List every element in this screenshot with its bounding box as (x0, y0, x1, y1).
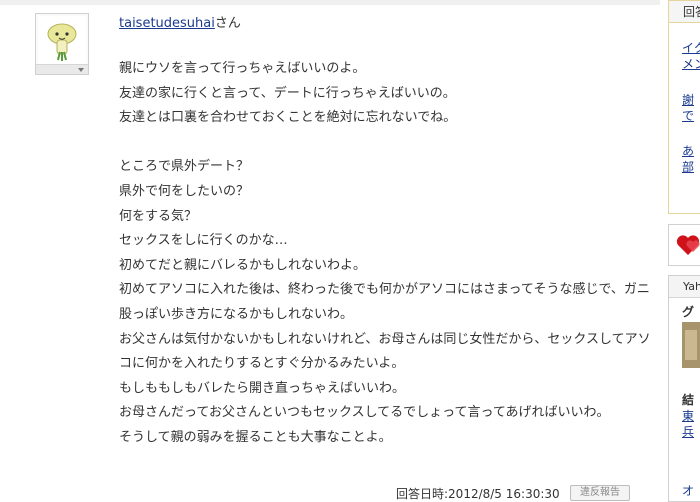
answer-line: 何をする気？ (119, 208, 198, 224)
author-link[interactable]: taisetudesuhai (119, 16, 215, 31)
top-divider (0, 0, 660, 5)
yahoo-box-link[interactable]: 東 (682, 408, 700, 425)
report-button[interactable]: 違反報告 (570, 485, 630, 501)
answer-panel: taisetudesuhaiさん 親にウソを言って行っちゃえばいいのよ。 友達の… (0, 0, 660, 501)
answer-line: もしももしもバレたら開き直っちゃえばいいわ。 (119, 380, 406, 396)
answer-line: 初めてアソコに入れた後は、終わった後でも何かがアソコにはさまってそうな感じで、ガ… (119, 282, 650, 298)
related-link[interactable]: あ (682, 143, 700, 160)
author-suffix: さん (214, 16, 241, 31)
answer-line: 県外で何をしたいの？ (119, 183, 250, 199)
avatar-image (38, 16, 86, 64)
avatar[interactable] (35, 13, 89, 75)
yahoo-box-link[interactable]: 兵 (682, 424, 700, 441)
related-link[interactable]: 部 (682, 159, 700, 176)
related-link[interactable]: 謝 (682, 92, 700, 109)
related-link[interactable]: メン (682, 56, 700, 73)
related-link[interactable]: イク (682, 40, 700, 57)
answer-line: コに何かを入れたりするとすぐ分かるみたいよ。 (119, 356, 405, 372)
answer-line: 友達の家に行くと言って、デートに行っちゃえばいいの。 (119, 85, 456, 101)
answer-line: お母さんだってお父さんといつもセックスしてるでしょって言ってあげればいいわ。 (119, 405, 610, 421)
answer-line: 股っぽい歩き方になるかもしれないわ。 (119, 306, 354, 322)
avatar-menu-toggle[interactable] (36, 64, 88, 74)
answer-line: 親にウソを言って行っちゃえばいいのよ。 (119, 61, 366, 76)
related-box-header: 回答 (669, 1, 700, 23)
answered-at: 回答日時:2012/8/5 16:30:30 (396, 487, 560, 501)
answer-body: 親にウソを言って行っちゃえばいいのよ。 友達の家に行くと言って、デートに行っちゃ… (119, 57, 651, 451)
bottom-link[interactable]: オ (682, 483, 700, 500)
mascot-icon (47, 23, 77, 61)
chevron-down-icon (78, 68, 84, 72)
related-link[interactable]: で (682, 108, 700, 125)
author-line: taisetudesuhaiさん (119, 12, 241, 31)
heart-icon (676, 235, 700, 255)
answer-line: セックスをしに行くのかな… (119, 233, 288, 249)
answer-line: そうして親の弱みを握ることも大事なことよ。 (119, 429, 392, 445)
answer-line: お父さんは気付かないかもしれないけれど、お母さんは同じ女性だから、セックスしてア… (119, 331, 651, 347)
answer-line: 初めてだと親にバレるかもしれないわよ。 (119, 257, 367, 273)
answer-line: 友達とは口裏を合わせておくことを絶対に忘れないでね。 (119, 110, 457, 126)
answer-line: ところで県外デート？ (119, 159, 250, 175)
yahoo-box-subheading: 結 (682, 393, 695, 407)
yahoo-box-title: グ (682, 305, 695, 319)
thumbnail-image[interactable] (682, 322, 700, 368)
yahoo-box-header: Yah (669, 276, 700, 298)
heart-banner[interactable] (668, 224, 700, 266)
